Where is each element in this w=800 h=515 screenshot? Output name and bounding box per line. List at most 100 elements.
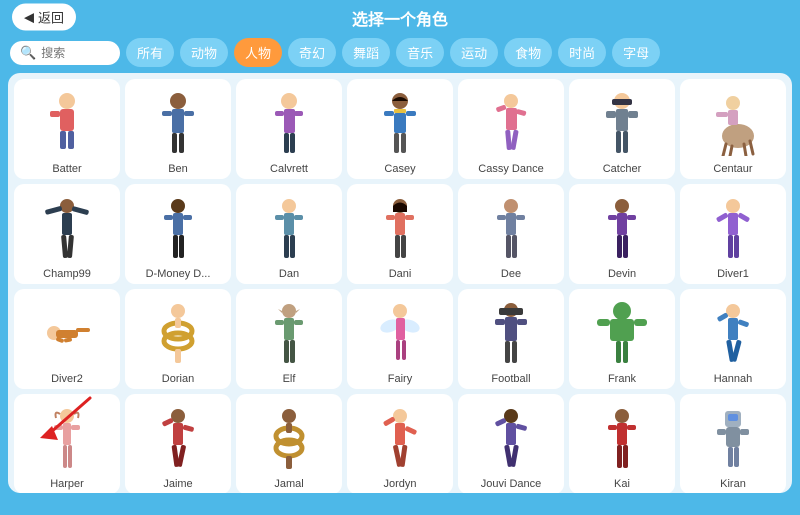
sprite-gallery[interactable]: Batter Ben	[8, 73, 792, 493]
sprite-card-kiran[interactable]: Kiran	[680, 394, 786, 493]
sprite-image	[18, 400, 116, 476]
sprite-card-cassy-dance[interactable]: Cassy Dance	[458, 79, 564, 179]
sprite-card-catcher[interactable]: Catcher	[569, 79, 675, 179]
sprite-image	[351, 295, 449, 371]
sprite-grid: Batter Ben	[14, 79, 786, 493]
sprite-image	[240, 190, 338, 266]
sprite-image	[351, 190, 449, 266]
sprite-image	[18, 85, 116, 161]
sprite-image	[129, 85, 227, 161]
sprite-name: Centaur	[713, 163, 752, 175]
sprite-card-dani[interactable]: Dani	[347, 184, 453, 284]
back-button[interactable]: ◀ 返回	[12, 4, 76, 31]
category-animals[interactable]: 动物	[180, 38, 228, 67]
sprite-card-dee[interactable]: Dee	[458, 184, 564, 284]
sprite-name: Fairy	[388, 373, 412, 385]
sprite-name: Casey	[384, 163, 415, 175]
sprite-card-fairy[interactable]: Fairy	[347, 289, 453, 389]
sprite-card-dorian[interactable]: Dorian	[125, 289, 231, 389]
sprite-image	[351, 400, 449, 476]
search-icon: 🔍	[20, 45, 36, 61]
sprite-name: Devin	[608, 268, 636, 280]
sprite-name: Diver1	[717, 268, 749, 280]
sprite-card-ben[interactable]: Ben	[125, 79, 231, 179]
sprite-name: Calvrett	[270, 163, 308, 175]
sprite-image	[684, 400, 782, 476]
category-dance[interactable]: 舞蹈	[342, 38, 390, 67]
category-fashion[interactable]: 时尚	[558, 38, 606, 67]
category-fantasy[interactable]: 奇幻	[288, 38, 336, 67]
sprite-name: Diver2	[51, 373, 83, 385]
sprite-card-jaime[interactable]: Jaime	[125, 394, 231, 493]
sprite-image	[129, 295, 227, 371]
sprite-card-frank[interactable]: Frank	[569, 289, 675, 389]
sprite-card-diver2[interactable]: Diver2	[14, 289, 120, 389]
sprite-card-dmoney[interactable]: D-Money D...	[125, 184, 231, 284]
search-box[interactable]: 🔍	[10, 41, 120, 65]
sprite-image	[462, 190, 560, 266]
sprite-card-casey[interactable]: Casey	[347, 79, 453, 179]
sprite-name: D-Money D...	[146, 268, 211, 280]
sprite-card-jamal[interactable]: Jamal	[236, 394, 342, 493]
sprite-name: Dan	[279, 268, 299, 280]
sprite-image	[462, 400, 560, 476]
sprite-name: Kiran	[720, 478, 746, 490]
category-food[interactable]: 食物	[504, 38, 552, 67]
sprite-card-hannah[interactable]: Hannah	[680, 289, 786, 389]
sprite-image	[573, 190, 671, 266]
page-title: 选择一个角色	[0, 6, 800, 30]
sprite-name: Ben	[168, 163, 188, 175]
sprite-name: Jamal	[274, 478, 303, 490]
sprite-card-jordyn[interactable]: Jordyn	[347, 394, 453, 493]
sprite-name: Hannah	[714, 373, 753, 385]
category-bar: 🔍 所有 动物 人物 奇幻 舞蹈 音乐 运动 食物 时尚 字母	[0, 34, 800, 73]
sprite-image	[462, 85, 560, 161]
sprite-image	[240, 295, 338, 371]
sprite-card-diver1[interactable]: Diver1	[680, 184, 786, 284]
sprite-name: Jouvi Dance	[481, 478, 542, 490]
sprite-card-champ99[interactable]: Champ99	[14, 184, 120, 284]
category-music[interactable]: 音乐	[396, 38, 444, 67]
sprite-image	[18, 190, 116, 266]
sprite-image	[129, 400, 227, 476]
sprite-image	[240, 400, 338, 476]
sprite-name: Kai	[614, 478, 630, 490]
search-input[interactable]	[41, 46, 111, 60]
category-sports[interactable]: 运动	[450, 38, 498, 67]
back-label: 返回	[38, 8, 64, 27]
sprite-name: Jordyn	[383, 478, 416, 490]
sprite-image	[684, 190, 782, 266]
sprite-image	[129, 190, 227, 266]
sprite-name: Football	[491, 373, 530, 385]
sprite-card-calvrett[interactable]: Calvrett	[236, 79, 342, 179]
sprite-card-football[interactable]: Football	[458, 289, 564, 389]
sprite-name: Dee	[501, 268, 521, 280]
sprite-name: Dorian	[162, 373, 194, 385]
sprite-card-harper[interactable]: Harper	[14, 394, 120, 493]
sprite-name: Frank	[608, 373, 636, 385]
sprite-image	[351, 85, 449, 161]
sprite-name: Dani	[389, 268, 412, 280]
sprite-card-devin[interactable]: Devin	[569, 184, 675, 284]
category-all[interactable]: 所有	[126, 38, 174, 67]
sprite-image	[462, 295, 560, 371]
sprite-image	[573, 400, 671, 476]
sprite-card-centaur[interactable]: Centaur	[680, 79, 786, 179]
sprite-image	[18, 295, 116, 371]
sprite-card-batter[interactable]: Batter	[14, 79, 120, 179]
title-bar: ◀ 返回 选择一个角色	[0, 0, 800, 34]
sprite-name: Catcher	[603, 163, 642, 175]
category-people[interactable]: 人物	[234, 38, 282, 67]
sprite-card-dan[interactable]: Dan	[236, 184, 342, 284]
sprite-name: Champ99	[43, 268, 91, 280]
sprite-name: Jaime	[163, 478, 192, 490]
sprite-card-jouvi-dance[interactable]: Jouvi Dance	[458, 394, 564, 493]
sprite-image	[684, 295, 782, 371]
sprite-card-kai[interactable]: Kai	[569, 394, 675, 493]
sprite-image	[573, 85, 671, 161]
sprite-image	[684, 85, 782, 161]
category-letters[interactable]: 字母	[612, 38, 660, 67]
sprite-image	[240, 85, 338, 161]
sprite-card-elf[interactable]: Elf	[236, 289, 342, 389]
back-arrow-icon: ◀	[24, 9, 34, 25]
